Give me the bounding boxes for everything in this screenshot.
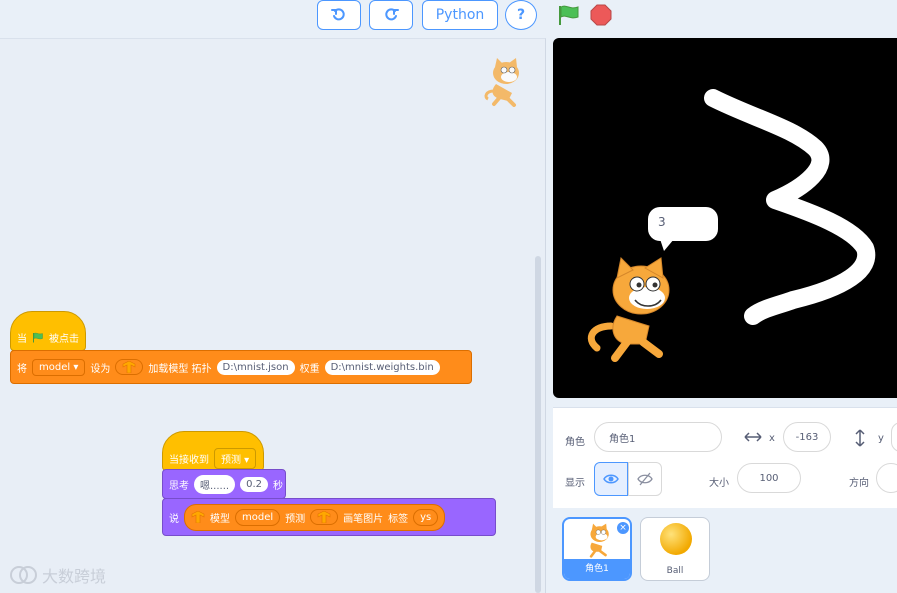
- undo-button[interactable]: [317, 0, 361, 30]
- green-flag-icon: [559, 5, 579, 25]
- x-label: x: [769, 433, 775, 444]
- speech-bubble-tail: [660, 239, 674, 251]
- say-label: 说: [169, 513, 179, 525]
- toolbar: Python ?: [0, 0, 897, 36]
- redo-icon: [385, 8, 399, 21]
- message-name: 预测: [221, 454, 241, 466]
- green-flag-button[interactable]: [557, 4, 581, 29]
- sprite-tile-label: Ball: [666, 566, 684, 576]
- cat-sprite[interactable]: [583, 256, 683, 366]
- think-label: 思考: [169, 480, 189, 492]
- hat-receive-label: 当接收到: [169, 454, 209, 466]
- sprite-name-input[interactable]: 角色1: [594, 422, 722, 452]
- eye-icon: [603, 474, 619, 484]
- sprite-tile-label: 角色1: [564, 559, 630, 579]
- set-variable-block[interactable]: 将 model ▾ 设为 加载模型 拓扑 D:\mnist.json 权重 D:…: [10, 350, 472, 384]
- hat-when-label: 当: [17, 333, 27, 345]
- tensorflow-icon: [191, 511, 205, 523]
- stop-icon: [590, 4, 612, 26]
- think-seconds-input[interactable]: 0.2: [240, 476, 268, 492]
- show-label: 显示: [565, 478, 585, 489]
- code-scrollbar[interactable]: [535, 256, 541, 593]
- sprite-thumbnail-cat: [482, 57, 526, 110]
- cat-icon: [589, 523, 609, 558]
- eye-slash-icon: [637, 472, 653, 486]
- size-input[interactable]: 100: [737, 463, 801, 493]
- code-area[interactable]: 当 被点击 将 model ▾ 设为 加载模型 拓扑 D:\mnist.json…: [0, 38, 546, 593]
- y-label: y: [878, 433, 884, 444]
- sprite-list: × 角色1 Ball: [553, 508, 897, 592]
- model-label: 模型: [210, 513, 230, 525]
- help-button[interactable]: ?: [505, 0, 537, 30]
- size-label: 大小: [709, 478, 729, 489]
- show-visible-toggle[interactable]: [594, 462, 628, 496]
- tensorflow-icon: [123, 361, 136, 373]
- sprite-info-panel: 角色 角色1 x -163 y 显示 大小 100 方向: [553, 407, 897, 508]
- direction-label: 方向: [849, 478, 869, 489]
- python-button[interactable]: Python: [422, 0, 498, 30]
- variable-name: model: [39, 361, 71, 373]
- variable-dropdown[interactable]: model ▾: [32, 358, 86, 376]
- weights-input[interactable]: D:\mnist.weights.bin: [324, 359, 440, 375]
- model-variable-reporter[interactable]: model: [235, 508, 281, 526]
- weights-label: 权重: [299, 363, 320, 375]
- pen-image-label: 画笔图片: [343, 513, 384, 525]
- stop-button[interactable]: [590, 4, 612, 29]
- show-hidden-toggle[interactable]: [628, 462, 662, 496]
- x-arrows-icon: [744, 432, 762, 442]
- stage[interactable]: [553, 38, 897, 398]
- topology-input[interactable]: D:\mnist.json: [216, 359, 295, 375]
- sprite-name-label: 角色: [565, 437, 585, 448]
- when-flag-clicked-block[interactable]: 当 被点击: [10, 311, 86, 351]
- pen-image-reporter[interactable]: [310, 509, 339, 525]
- cat-icon: [484, 58, 519, 107]
- watermark-text: 大数跨境: [42, 567, 107, 586]
- direction-input[interactable]: [876, 463, 897, 493]
- watermark: 大数跨境: [8, 563, 106, 587]
- message-dropdown[interactable]: 预测 ▾: [214, 447, 257, 469]
- redo-button[interactable]: [369, 0, 413, 30]
- seconds-label: 秒: [272, 480, 283, 492]
- think-text-input[interactable]: 嗯......: [194, 474, 236, 494]
- when-receive-block[interactable]: 当接收到 预测 ▾: [162, 431, 264, 471]
- predict-reporter[interactable]: 模型 model 预测 画笔图片 标签 ys: [184, 503, 446, 531]
- watermark-logo-icon: [10, 566, 37, 584]
- set-prefix-label: 将: [17, 363, 27, 375]
- undo-icon: [331, 8, 345, 21]
- sprite-tile-cat[interactable]: × 角色1: [562, 517, 632, 581]
- set-to-label: 设为: [90, 363, 111, 375]
- load-model-label: 加载模型 拓扑: [148, 363, 212, 375]
- green-flag-icon: [33, 332, 43, 342]
- tag-variable-reporter[interactable]: ys: [413, 508, 439, 526]
- sprite-tile-ball[interactable]: Ball: [640, 517, 710, 581]
- hat-clicked-label: 被点击: [49, 333, 79, 345]
- delete-sprite-button[interactable]: ×: [617, 522, 629, 534]
- speech-text: 3: [658, 215, 666, 229]
- x-input[interactable]: -163: [783, 422, 831, 452]
- predict-label: 预测: [285, 513, 306, 525]
- say-block[interactable]: 说 模型 model 预测 画笔图片 标签 ys: [162, 498, 496, 536]
- speech-bubble: 3: [648, 207, 718, 241]
- tensorflow-icon: [317, 511, 331, 523]
- ball-icon: [660, 523, 692, 555]
- think-block[interactable]: 思考 嗯...... 0.2 秒: [162, 469, 286, 499]
- load-model-reporter[interactable]: [115, 359, 144, 375]
- y-arrows-icon: [855, 429, 865, 447]
- y-input[interactable]: [891, 422, 897, 452]
- tag-label: 标签: [388, 513, 409, 525]
